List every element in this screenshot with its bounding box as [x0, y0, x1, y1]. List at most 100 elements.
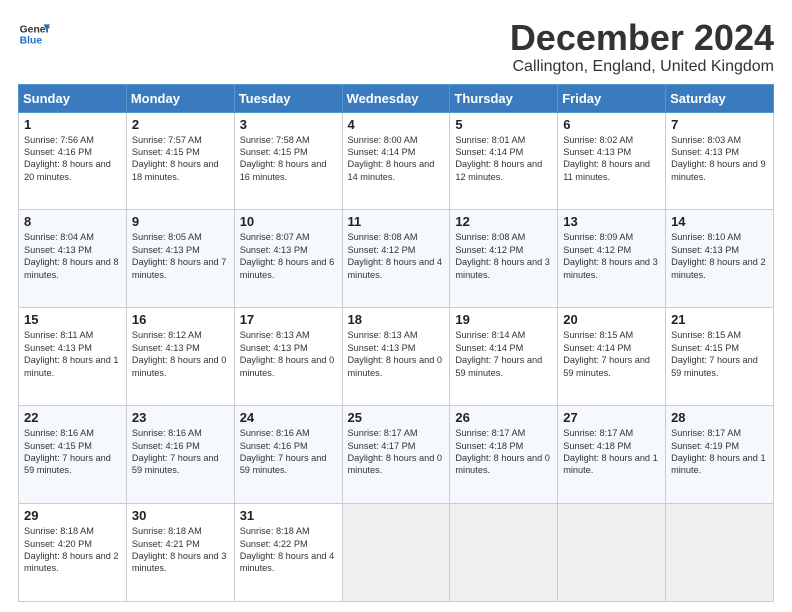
calendar-cell: 27Sunrise: 8:17 AMSunset: 4:18 PMDayligh… [558, 406, 666, 504]
calendar-day-header: Wednesday [342, 84, 450, 112]
day-number: 11 [348, 214, 445, 229]
day-number: 31 [240, 508, 337, 523]
cell-content: Sunrise: 8:01 AMSunset: 4:14 PMDaylight:… [455, 134, 552, 184]
calendar-day-header: Sunday [19, 84, 127, 112]
day-number: 25 [348, 410, 445, 425]
calendar-day-header: Thursday [450, 84, 558, 112]
calendar-week-row: 29 Sunrise: 8:18 AMSunset: 4:20 PMDayligh… [19, 504, 774, 602]
calendar-cell: 26 Sunrise: 8:17 AMSunset: 4:18 PMDayligh… [450, 406, 558, 504]
calendar-cell: 4 Sunrise: 8:00 AMSunset: 4:14 PMDaylight… [342, 112, 450, 210]
calendar-cell: 1 Sunrise: 7:56 AMSunset: 4:16 PMDaylight… [19, 112, 127, 210]
day-number: 26 [455, 410, 552, 425]
day-number: 5 [455, 117, 552, 132]
calendar-cell: 5 Sunrise: 8:01 AMSunset: 4:14 PMDaylight… [450, 112, 558, 210]
day-number: 18 [348, 312, 445, 327]
calendar-cell [666, 504, 774, 602]
cell-content: Sunrise: 8:16 AMSunset: 4:15 PMDaylight:… [24, 427, 121, 477]
day-number: 15 [24, 312, 121, 327]
cell-content: Sunrise: 8:13 AMSunset: 4:13 PMDaylight:… [348, 329, 445, 379]
cell-content: Sunrise: 8:10 AMSunset: 4:13 PMDaylight:… [671, 231, 768, 281]
calendar-cell: 14 Sunrise: 8:10 AMSunset: 4:13 PMDayligh… [666, 210, 774, 308]
cell-content: Sunrise: 8:02 AMSunset: 4:13 PMDaylight:… [563, 134, 660, 184]
calendar-cell: 24 Sunrise: 8:16 AMSunset: 4:16 PMDayligh… [234, 406, 342, 504]
cell-content: Sunrise: 7:58 AMSunset: 4:15 PMDaylight:… [240, 134, 337, 184]
calendar-cell: 18 Sunrise: 8:13 AMSunset: 4:13 PMDayligh… [342, 308, 450, 406]
cell-content: Sunrise: 8:13 AMSunset: 4:13 PMDaylight:… [240, 329, 337, 379]
calendar-day-header: Friday [558, 84, 666, 112]
cell-content: Sunrise: 8:17 AMSunset: 4:18 PMDaylight:… [455, 427, 552, 477]
day-number: 12 [455, 214, 552, 229]
day-number: 7 [671, 117, 768, 132]
day-number: 28 [671, 410, 768, 425]
cell-content: Sunrise: 8:12 AMSunset: 4:13 PMDaylight:… [132, 329, 229, 379]
calendar-day-header: Tuesday [234, 84, 342, 112]
calendar-cell: 3 Sunrise: 7:58 AMSunset: 4:15 PMDaylight… [234, 112, 342, 210]
cell-content: Sunrise: 8:16 AMSunset: 4:16 PMDaylight:… [240, 427, 337, 477]
calendar-cell: 9Sunrise: 8:05 AMSunset: 4:13 PMDaylight… [126, 210, 234, 308]
day-number: 6 [563, 117, 660, 132]
calendar-cell: 6 Sunrise: 8:02 AMSunset: 4:13 PMDaylight… [558, 112, 666, 210]
header: General Blue December 2024 Callington, E… [18, 18, 774, 76]
day-number: 22 [24, 410, 121, 425]
day-number: 2 [132, 117, 229, 132]
day-number: 13 [563, 214, 660, 229]
cell-content: Sunrise: 8:14 AMSunset: 4:14 PMDaylight:… [455, 329, 552, 379]
calendar-cell: 22 Sunrise: 8:16 AMSunset: 4:15 PMDayligh… [19, 406, 127, 504]
cell-content: Sunrise: 8:03 AMSunset: 4:13 PMDaylight:… [671, 134, 768, 184]
day-number: 9 [132, 214, 229, 229]
calendar-cell: 17 Sunrise: 8:13 AMSunset: 4:13 PMDayligh… [234, 308, 342, 406]
cell-content: Sunrise: 8:18 AMSunset: 4:21 PMDaylight:… [132, 525, 229, 575]
calendar-cell: 20Sunrise: 8:15 AMSunset: 4:14 PMDayligh… [558, 308, 666, 406]
cell-content: Sunrise: 8:17 AMSunset: 4:19 PMDaylight:… [671, 427, 768, 477]
cell-content: Sunrise: 8:17 AMSunset: 4:17 PMDaylight:… [348, 427, 445, 477]
cell-content: Sunrise: 8:07 AMSunset: 4:13 PMDaylight:… [240, 231, 337, 281]
logo-icon: General Blue [18, 18, 50, 50]
calendar-table: SundayMondayTuesdayWednesdayThursdayFrid… [18, 84, 774, 602]
calendar-week-row: 8Sunrise: 8:04 AMSunset: 4:13 PMDaylight… [19, 210, 774, 308]
day-number: 27 [563, 410, 660, 425]
day-number: 29 [24, 508, 121, 523]
calendar-cell [342, 504, 450, 602]
cell-content: Sunrise: 8:15 AMSunset: 4:15 PMDaylight:… [671, 329, 768, 379]
calendar-header-row: SundayMondayTuesdayWednesdayThursdayFrid… [19, 84, 774, 112]
calendar-cell: 25 Sunrise: 8:17 AMSunset: 4:17 PMDayligh… [342, 406, 450, 504]
calendar-cell: 19Sunrise: 8:14 AMSunset: 4:14 PMDayligh… [450, 308, 558, 406]
day-number: 30 [132, 508, 229, 523]
cell-content: Sunrise: 8:18 AMSunset: 4:20 PMDaylight:… [24, 525, 121, 575]
day-number: 20 [563, 312, 660, 327]
day-number: 10 [240, 214, 337, 229]
calendar-day-header: Saturday [666, 84, 774, 112]
calendar-cell: 13Sunrise: 8:09 AMSunset: 4:12 PMDayligh… [558, 210, 666, 308]
day-number: 14 [671, 214, 768, 229]
logo: General Blue [18, 18, 50, 50]
calendar-week-row: 22 Sunrise: 8:16 AMSunset: 4:15 PMDayligh… [19, 406, 774, 504]
cell-content: Sunrise: 8:08 AMSunset: 4:12 PMDaylight:… [455, 231, 552, 281]
day-number: 17 [240, 312, 337, 327]
cell-content: Sunrise: 7:56 AMSunset: 4:16 PMDaylight:… [24, 134, 121, 184]
cell-content: Sunrise: 8:00 AMSunset: 4:14 PMDaylight:… [348, 134, 445, 184]
calendar-cell: 21 Sunrise: 8:15 AMSunset: 4:15 PMDayligh… [666, 308, 774, 406]
title-block: December 2024 Callington, England, Unite… [510, 18, 774, 76]
cell-content: Sunrise: 8:08 AMSunset: 4:12 PMDaylight:… [348, 231, 445, 281]
day-number: 23 [132, 410, 229, 425]
calendar-cell: 15Sunrise: 8:11 AMSunset: 4:13 PMDayligh… [19, 308, 127, 406]
cell-content: Sunrise: 8:16 AMSunset: 4:16 PMDaylight:… [132, 427, 229, 477]
calendar-cell: 10 Sunrise: 8:07 AMSunset: 4:13 PMDayligh… [234, 210, 342, 308]
day-number: 4 [348, 117, 445, 132]
day-number: 3 [240, 117, 337, 132]
calendar-week-row: 1 Sunrise: 7:56 AMSunset: 4:16 PMDaylight… [19, 112, 774, 210]
month-title: December 2024 [510, 18, 774, 58]
calendar-cell: 16Sunrise: 8:12 AMSunset: 4:13 PMDayligh… [126, 308, 234, 406]
day-number: 1 [24, 117, 121, 132]
day-number: 21 [671, 312, 768, 327]
cell-content: Sunrise: 7:57 AMSunset: 4:15 PMDaylight:… [132, 134, 229, 184]
calendar-cell: 11 Sunrise: 8:08 AMSunset: 4:12 PMDayligh… [342, 210, 450, 308]
calendar-day-header: Monday [126, 84, 234, 112]
calendar-cell: 12 Sunrise: 8:08 AMSunset: 4:12 PMDayligh… [450, 210, 558, 308]
calendar-cell: 29 Sunrise: 8:18 AMSunset: 4:20 PMDayligh… [19, 504, 127, 602]
calendar-body: 1 Sunrise: 7:56 AMSunset: 4:16 PMDaylight… [19, 112, 774, 601]
calendar-cell: 28 Sunrise: 8:17 AMSunset: 4:19 PMDayligh… [666, 406, 774, 504]
day-number: 24 [240, 410, 337, 425]
calendar-cell: 2 Sunrise: 7:57 AMSunset: 4:15 PMDaylight… [126, 112, 234, 210]
calendar-cell: 30 Sunrise: 8:18 AMSunset: 4:21 PMDayligh… [126, 504, 234, 602]
